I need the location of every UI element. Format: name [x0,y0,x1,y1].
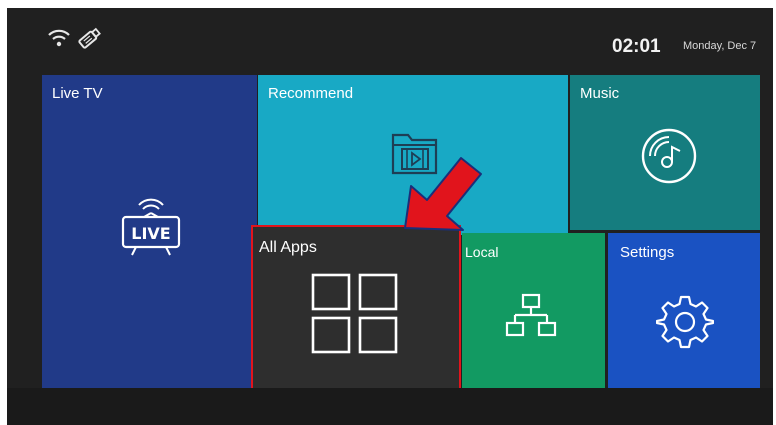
grid-icon [311,273,398,354]
live-tv-icon: LIVE [121,198,181,256]
tile-recommend-label: Recommend [268,85,354,102]
svg-text:LIVE: LIVE [131,224,170,243]
tile-live-tv[interactable]: Live TV LIVE [42,75,257,390]
tile-music-label: Music [580,85,620,102]
clock-date: Monday, Dec 7 [683,40,757,52]
tile-live-tv-label: Live TV [52,85,103,102]
wifi-icon [48,29,70,47]
bottom-strip [7,388,773,425]
music-disc-icon [641,128,697,184]
tile-all-apps[interactable]: All Apps [251,225,461,393]
tile-settings-label: Settings [620,244,675,261]
gear-icon [656,295,714,349]
red-arrow-icon [404,157,482,231]
tile-music[interactable]: Music [570,75,760,230]
network-icon [505,293,557,337]
tile-local[interactable]: Local [462,233,605,388]
usb-drive-icon [78,27,101,49]
tile-local-label: Local [465,244,499,260]
clock-time: 02:01 [612,36,661,57]
tile-all-apps-label: All Apps [259,239,317,256]
tv-home-screen: 02:01 Monday, Dec 7 Live TV LIVE Recomme… [7,8,773,425]
status-bar: 02:01 Monday, Dec 7 [7,8,773,70]
tile-settings[interactable]: Settings [608,233,760,388]
